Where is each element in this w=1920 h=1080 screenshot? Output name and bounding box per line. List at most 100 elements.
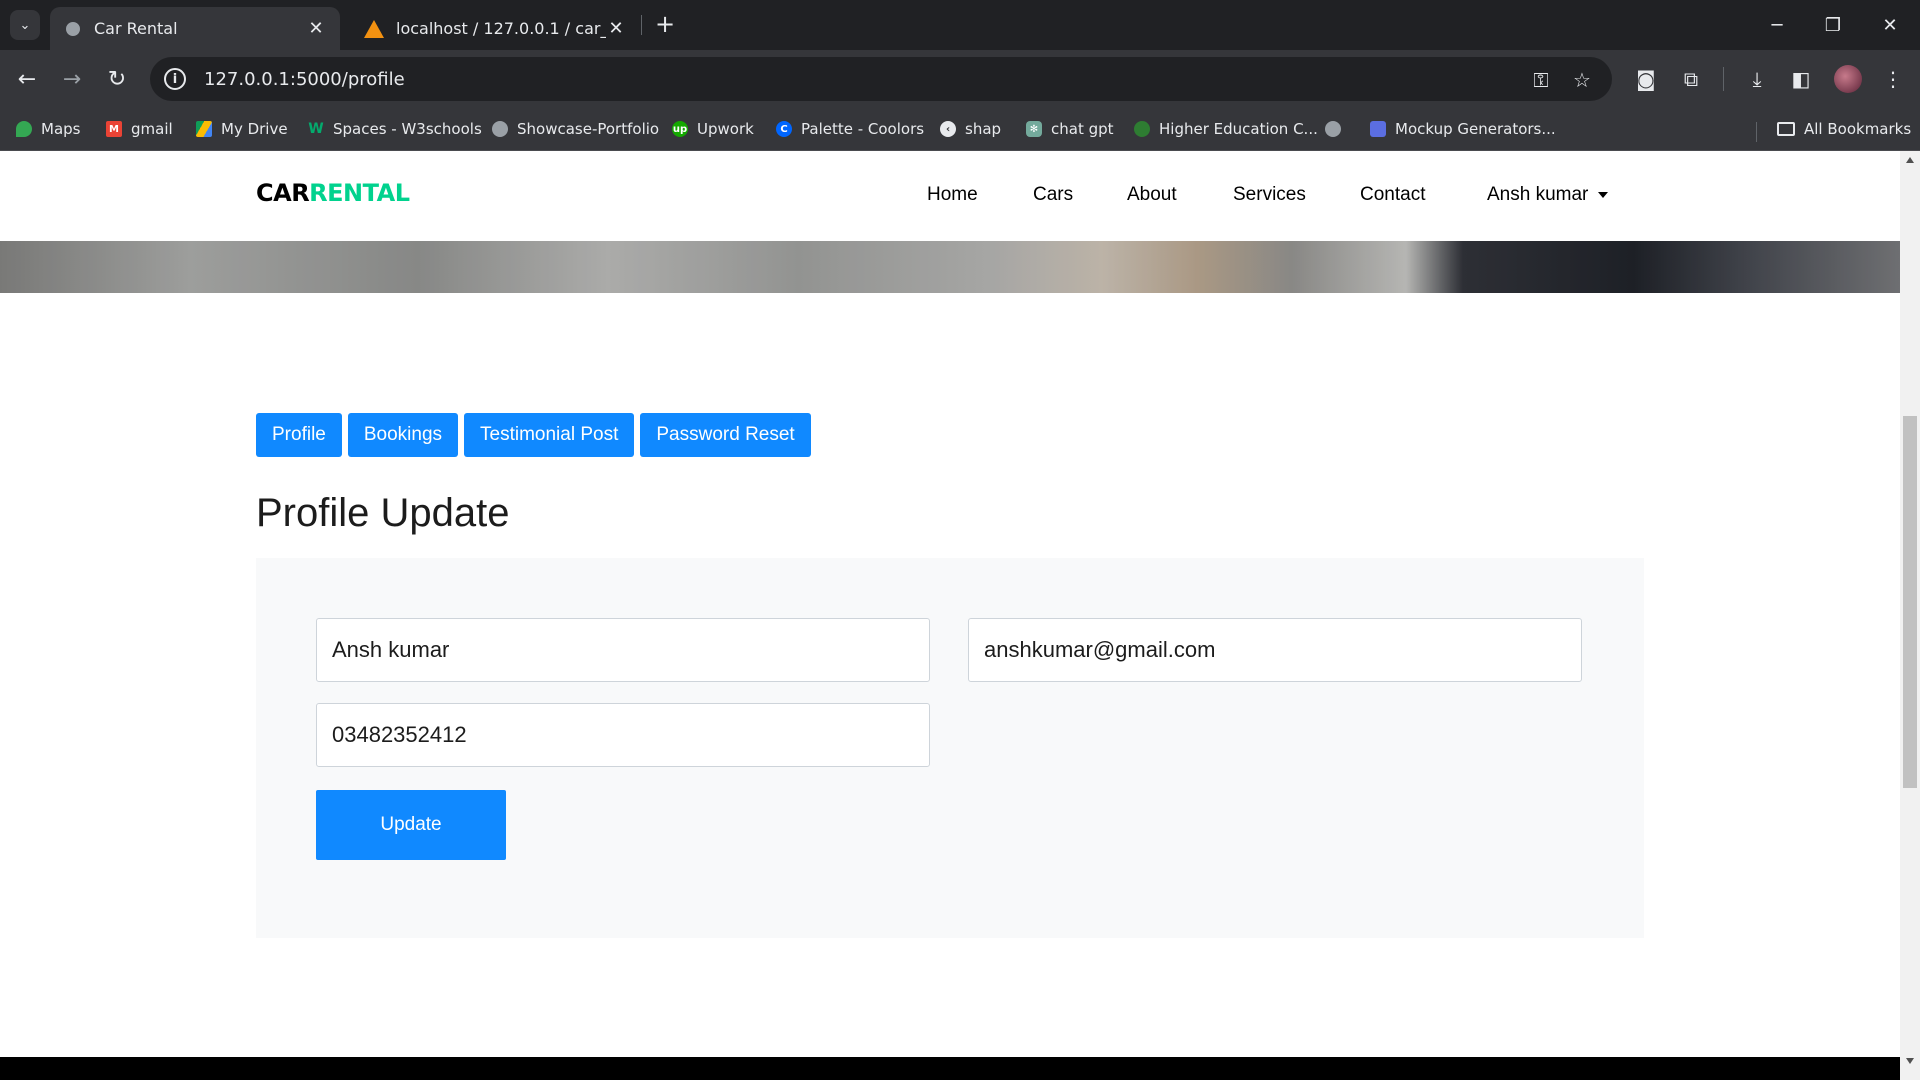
bookmark-showcase-portfolio[interactable]: Showcase-Portfolio (492, 116, 659, 142)
bookmark-w3schools[interactable]: W Spaces - W3schools (308, 116, 482, 142)
bookmark-label: shap (965, 120, 1002, 138)
mockup-icon (1370, 121, 1386, 137)
user-name: Ansh kumar (1487, 184, 1589, 205)
drive-icon (196, 121, 212, 137)
browser-tab-bar: ⌄ Car Rental ✕ localhost / 127.0.0.1 / c… (0, 0, 1920, 50)
bookmark-label: chat gpt (1051, 120, 1114, 138)
nav-cars[interactable]: Cars (1033, 184, 1073, 206)
bookmark-maps[interactable]: Maps (16, 116, 80, 142)
bookmark-label: Showcase-Portfolio (517, 120, 660, 138)
arrow-right-icon: → (62, 66, 82, 92)
bookmark-label: Upwork (697, 120, 754, 138)
browser-tab-car-rental[interactable]: Car Rental ✕ (50, 7, 340, 50)
hero-overlay (0, 241, 1900, 293)
tab-title: Car Rental (94, 19, 178, 38)
nav-home[interactable]: Home (927, 184, 978, 206)
globe-icon (64, 19, 82, 38)
logo-text-rental: RENTAL (309, 179, 410, 207)
toolbar-divider (1723, 67, 1724, 91)
nav-user-dropdown[interactable]: Ansh kumar (1487, 184, 1609, 206)
nav-about[interactable]: About (1127, 184, 1177, 206)
more-menu-icon[interactable]: ⋮ (1876, 62, 1910, 96)
all-bookmarks-button[interactable]: All Bookmarks (1777, 116, 1911, 142)
tab-divider (641, 15, 642, 35)
coolors-icon: C (776, 121, 792, 137)
bookmark-label: Mockup Generators... (1395, 120, 1556, 138)
bookmark-shap[interactable]: ‹ shap (940, 116, 1001, 142)
profile-avatar[interactable] (1834, 65, 1862, 93)
globe-icon (1325, 121, 1341, 137)
bookmark-label: Higher Education C... (1159, 120, 1318, 138)
scroll-up-icon[interactable] (1906, 157, 1914, 163)
arrow-left-icon: ← (17, 66, 37, 92)
forward-button[interactable]: → (55, 62, 89, 96)
bookmark-mockup-generators[interactable]: Mockup Generators... (1370, 116, 1556, 142)
reload-icon: ↻ (107, 66, 127, 92)
restore-button[interactable]: ❐ (1813, 8, 1853, 42)
tab-password-reset[interactable]: Password Reset (640, 413, 811, 457)
bookmark-coolors[interactable]: C Palette - Coolors (776, 116, 924, 142)
hero-banner-image (0, 241, 1900, 293)
back-button[interactable]: ← (10, 62, 44, 96)
minimize-button[interactable]: ─ (1757, 8, 1797, 42)
phone-field[interactable]: 03482352412 (316, 703, 930, 767)
chevron-down-icon: ⌄ (19, 17, 31, 33)
bookmark-my-drive[interactable]: My Drive (196, 116, 288, 142)
scroll-down-icon[interactable] (1906, 1058, 1914, 1064)
page-viewport: CARRENTAL Home Cars About Services Conta… (0, 151, 1900, 1080)
bookmark-label: gmail (131, 120, 173, 138)
close-icon[interactable]: ✕ (606, 18, 626, 39)
bookmark-label: Maps (41, 120, 81, 138)
browser-tab-phpmyadmin[interactable]: localhost / 127.0.0.1 / car_rental ✕ (350, 7, 640, 50)
profile-tabs: Profile Bookings Testimonial Post Passwo… (256, 413, 811, 457)
close-icon[interactable]: ✕ (306, 18, 326, 39)
site-info-icon[interactable]: i (164, 68, 186, 90)
bookmark-label: Palette - Coolors (801, 120, 925, 138)
reload-button[interactable]: ↻ (100, 62, 134, 96)
camera-icon[interactable]: ◙ (1629, 62, 1663, 96)
url-text[interactable]: 127.0.0.1:5000/profile (204, 69, 405, 90)
globe-icon (492, 121, 508, 137)
window-close-button[interactable]: ✕ (1870, 8, 1910, 42)
nav-contact[interactable]: Contact (1360, 184, 1425, 206)
hec-icon (1134, 121, 1150, 137)
site-navbar: CARRENTAL Home Cars About Services Conta… (0, 151, 1900, 241)
bookmark-chat-gpt[interactable]: ✻ chat gpt (1026, 116, 1114, 142)
upwork-icon: up (672, 121, 688, 137)
chatgpt-icon: ✻ (1026, 121, 1042, 137)
browser-toolbar: ← → ↻ i 127.0.0.1:5000/profile ⚿ ☆ ◙ ⧉ ⤓… (0, 50, 1920, 108)
name-field[interactable]: Ansh kumar (316, 618, 930, 682)
folder-icon (1777, 122, 1795, 136)
profile-form: Ansh kumar anshkumar@gmail.com 034823524… (256, 558, 1644, 938)
extensions-icon[interactable]: ⧉ (1674, 62, 1708, 96)
email-field[interactable]: anshkumar@gmail.com (968, 618, 1582, 682)
maps-icon (16, 121, 32, 137)
gmail-icon: M (106, 121, 122, 137)
new-tab-button[interactable]: + (652, 12, 678, 38)
footer-strip (0, 1057, 1900, 1080)
tab-testimonial-post[interactable]: Testimonial Post (464, 413, 635, 457)
bookmark-globe[interactable] (1325, 116, 1350, 142)
tab-profile[interactable]: Profile (256, 413, 342, 457)
nav-services[interactable]: Services (1233, 184, 1306, 206)
address-bar[interactable]: i 127.0.0.1:5000/profile ⚿ ☆ (150, 57, 1612, 101)
side-panel-icon[interactable]: ◧ (1784, 62, 1818, 96)
bookmark-label: All Bookmarks (1804, 120, 1912, 138)
scroll-thumb[interactable] (1903, 416, 1917, 788)
page-scrollbar[interactable] (1900, 151, 1920, 1080)
bookmark-higher-education[interactable]: Higher Education C... (1134, 116, 1318, 142)
bookmark-gmail[interactable]: M gmail (106, 116, 173, 142)
site-logo[interactable]: CARRENTAL (256, 179, 410, 207)
phpmyadmin-icon (364, 19, 384, 38)
download-icon[interactable]: ⤓ (1740, 62, 1774, 96)
tab-bookings[interactable]: Bookings (347, 413, 459, 457)
page-title: Profile Update (256, 491, 510, 535)
update-button[interactable]: Update (316, 790, 506, 860)
tab-title: localhost / 127.0.0.1 / car_rental (396, 19, 606, 38)
key-icon[interactable]: ⚿ (1528, 67, 1554, 93)
star-icon[interactable]: ☆ (1569, 67, 1595, 93)
tab-search-button[interactable]: ⌄ (10, 10, 40, 40)
bookmark-label: Spaces - W3schools (333, 120, 482, 138)
shap-icon: ‹ (940, 121, 956, 137)
bookmark-upwork[interactable]: up Upwork (672, 116, 754, 142)
